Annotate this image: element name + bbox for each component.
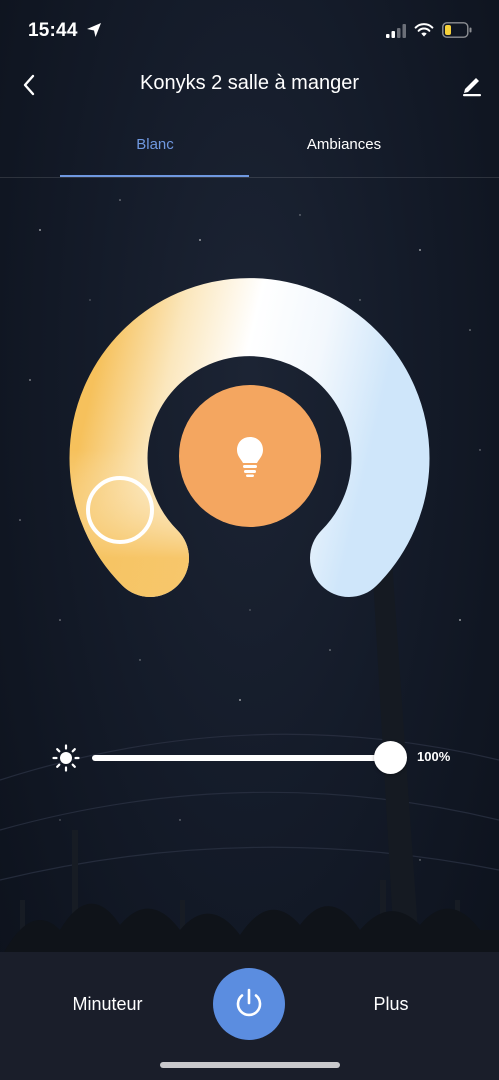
home-indicator[interactable]: [160, 1062, 340, 1068]
brightness-control: 100%: [0, 736, 499, 780]
header: Konyks 2 salle à manger: [0, 62, 499, 112]
location-arrow-icon: [87, 23, 101, 37]
active-tab-indicator: [60, 175, 249, 177]
back-button[interactable]: [14, 70, 44, 100]
power-icon: [236, 988, 262, 1017]
timer-button[interactable]: Minuteur: [60, 994, 155, 1015]
battery-low-icon: [442, 22, 472, 38]
status-time: 15:44: [28, 20, 78, 41]
bulb-preview-button[interactable]: [179, 385, 321, 527]
bottom-bar: Minuteur Plus: [0, 952, 499, 1080]
more-button[interactable]: Plus: [360, 994, 422, 1015]
lightbulb-icon: [237, 437, 263, 477]
tab-bar: Blanc Ambiances: [0, 128, 499, 178]
tab-ambiances[interactable]: Ambiances: [249, 136, 439, 153]
tab-blanc[interactable]: Blanc: [60, 136, 250, 153]
power-button[interactable]: [213, 968, 285, 1040]
chevron-left-icon: [23, 74, 35, 96]
cellular-signal-icon: [386, 24, 406, 38]
edit-button[interactable]: [457, 70, 487, 100]
page-title: Konyks 2 salle à manger: [139, 72, 359, 94]
brightness-value: 100%: [417, 749, 451, 764]
sun-icon: [52, 744, 80, 772]
wifi-icon: [414, 23, 434, 37]
temperature-selector-knob[interactable]: [86, 476, 154, 544]
pencil-icon: [463, 78, 481, 97]
brightness-slider-track[interactable]: [92, 755, 392, 761]
brightness-slider-thumb[interactable]: [374, 741, 407, 774]
status-bar: 15:44: [0, 0, 499, 62]
